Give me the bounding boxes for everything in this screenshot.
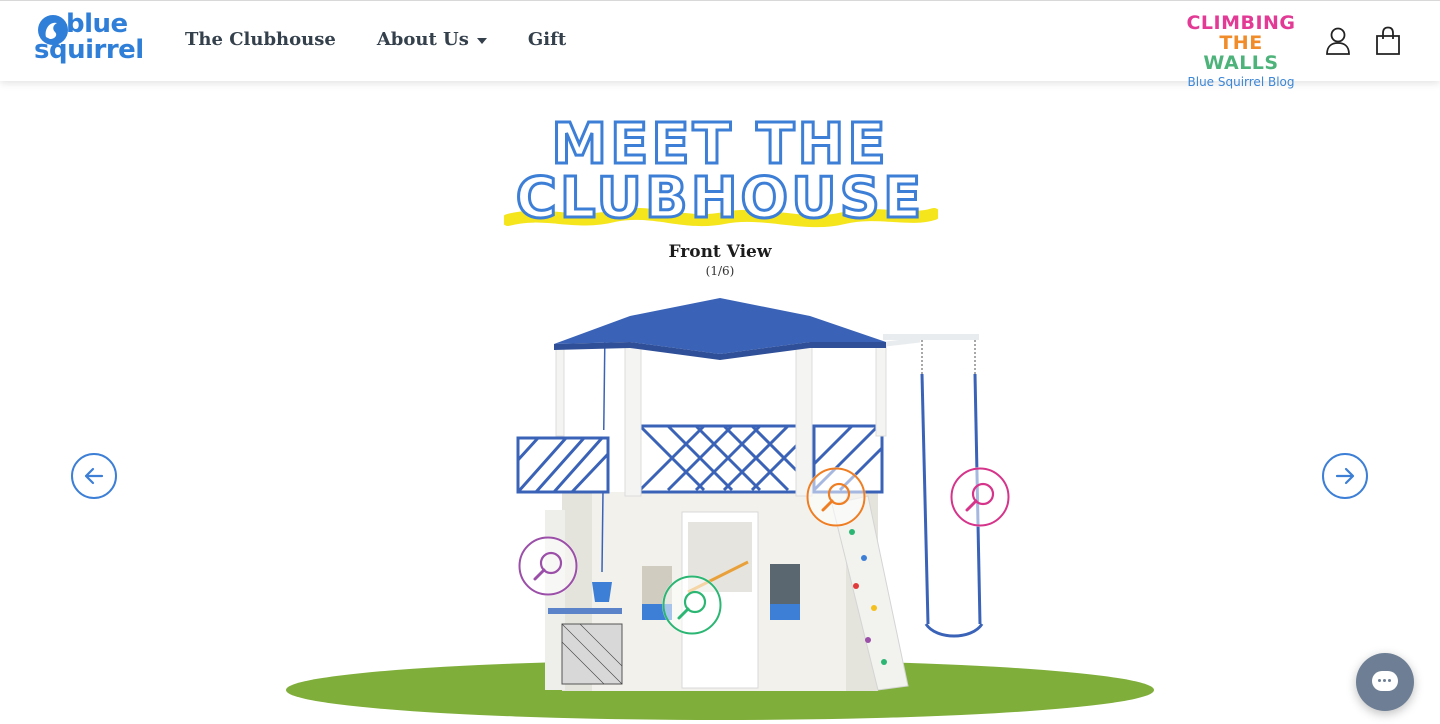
roof	[554, 298, 886, 360]
chat-button[interactable]	[1356, 653, 1414, 711]
nav-the-clubhouse[interactable]: The Clubhouse	[185, 29, 336, 50]
hotspot-climbing-wall[interactable]	[806, 467, 866, 527]
view-counter: (1/6)	[705, 264, 735, 278]
caret-down-icon	[476, 37, 487, 44]
nav-about-us[interactable]: About Us	[377, 29, 487, 50]
magnifier-icon	[806, 467, 866, 527]
hero-title: MEET THE CLUBHOUSE	[500, 111, 940, 240]
blue-squirrel-logo[interactable]: blue squirrel	[34, 9, 148, 71]
nav-gift[interactable]: Gift	[528, 29, 566, 50]
blog-subtitle: Blue Squirrel Blog	[1187, 75, 1295, 89]
arrow-right-icon	[1335, 467, 1355, 485]
main-nav: The Clubhouse About Us Gift	[185, 29, 607, 50]
hotspot-bucket[interactable]	[518, 536, 578, 596]
logo-text-squirrel: squirrel	[34, 35, 144, 65]
blog-logo-line2: THE WALLS	[1180, 33, 1302, 73]
next-view-button[interactable]	[1322, 453, 1368, 499]
nav-label: The Clubhouse	[185, 29, 336, 50]
shopping-bag-icon[interactable]	[1375, 26, 1401, 56]
blog-logo-walls: WALLS	[1203, 52, 1279, 74]
chat-bubble-icon	[1372, 671, 1398, 691]
blog-logo-the: THE	[1219, 32, 1263, 54]
blog-logo-line1: CLIMBING	[1186, 12, 1296, 34]
magnifier-icon	[950, 467, 1010, 527]
view-label: Front View	[668, 242, 772, 262]
account-icon[interactable]	[1325, 27, 1351, 55]
clubhouse-illustration	[286, 298, 1154, 720]
site-header: blue squirrel The Clubhouse About Us Gif…	[0, 0, 1440, 89]
hotspot-door[interactable]	[662, 575, 722, 635]
hero-title-line2: CLUBHOUSE	[514, 165, 925, 233]
magnifier-icon	[662, 575, 722, 635]
nav-label: Gift	[527, 29, 567, 50]
blog-link[interactable]: CLIMBING THE WALLS Blue Squirrel Blog	[1180, 12, 1302, 89]
magnifier-icon	[518, 536, 578, 596]
arrow-left-icon	[84, 467, 104, 485]
hotspot-swing[interactable]	[950, 467, 1010, 527]
nav-label: About Us	[376, 29, 469, 50]
previous-view-button[interactable]	[71, 453, 117, 499]
